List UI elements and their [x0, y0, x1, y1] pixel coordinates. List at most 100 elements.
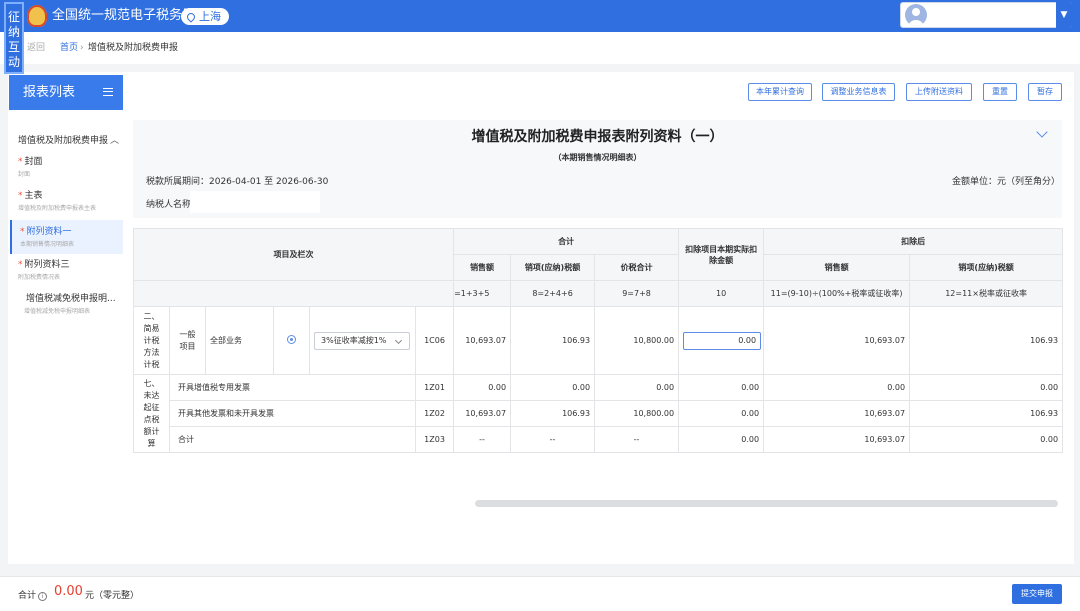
city-selector[interactable]: 上海: [181, 8, 229, 25]
formula-after-tax: 12=11×税率或征收率: [909, 280, 1064, 307]
horizontal-scrollbar[interactable]: [475, 500, 1058, 507]
breadcrumb: 返回 首页 › 增值税及附加税费申报: [0, 32, 1080, 64]
deduct-value: 0.00: [678, 426, 765, 453]
after-tax-value: 0.00: [909, 374, 1064, 401]
item-name: 全部业务: [205, 306, 274, 375]
col-price-tax: 价税合计: [594, 254, 680, 281]
total-unit: 元（零元整）: [85, 591, 140, 601]
tax-rate-select[interactable]: 3%征收率减按1%: [314, 331, 410, 350]
sidebar-item-label: 封面: [24, 157, 43, 167]
col-sales: 销售额: [453, 254, 512, 281]
sidebar-group-label[interactable]: 增值税及附加税费申报: [18, 133, 108, 146]
formula-sales: =1+3+5: [453, 280, 512, 307]
chevron-up-icon[interactable]: ︿: [110, 133, 119, 146]
deduct-value: 0.00: [678, 374, 765, 401]
sidebar-item-subtitle: 增值税及附加税费申报表主表: [18, 205, 97, 212]
breadcrumb-home[interactable]: 首页: [60, 32, 78, 64]
sidebar-item-main-form[interactable]: * 主表 增值税及附加税费申报表主表: [10, 188, 123, 216]
total-text: 合计: [18, 591, 37, 601]
price-tax-value: 10,800.00: [594, 400, 680, 427]
sales-value: 10,693.07: [453, 306, 512, 375]
required-mark: *: [18, 260, 23, 270]
table-row: 开具其他发票和未开具发票 1Z02 10,693.07 106.93 10,80…: [134, 400, 1064, 427]
after-sales-value: 10,693.07: [763, 426, 911, 453]
formula-row: =1+3+5 8=2+4+6 9=7+8 10 11=(9-10)÷(100%+…: [132, 280, 1064, 307]
menu-list-icon[interactable]: [103, 88, 113, 96]
sales-value: --: [453, 426, 512, 453]
breadcrumb-current: 增值税及附加税费申报: [88, 43, 179, 53]
info-icon[interactable]: i: [38, 592, 48, 601]
tax-period: 税款所属期间：2026-04-01 至 2026-06-30: [146, 177, 329, 187]
sidebar-item-label: 附列资料三: [24, 260, 70, 270]
sidebar-item-subtitle: 附加税费情况表: [18, 274, 61, 281]
table-row: 合计 1Z03 -- -- -- 0.00 10,693.07 0.00: [134, 426, 1064, 453]
col-tax: 销项(应纳)税额: [510, 254, 596, 281]
line-code: 1Z03: [414, 426, 455, 453]
required-mark: *: [18, 157, 23, 167]
after-sales-value: 0.00: [763, 374, 911, 401]
sidebar-item-label: 主表: [24, 191, 43, 201]
emblem-icon: [27, 5, 47, 27]
report-list-header: 报表列表: [9, 75, 123, 110]
site-title[interactable]: 全国统一规范电子税务局: [52, 0, 195, 32]
category-simple: 二、简易计税方法计税: [133, 306, 170, 375]
after-sales-value: 10,693.07: [763, 400, 911, 427]
col-after-tax: 销项(应纳)税额: [909, 254, 1064, 281]
deduct-amount-input[interactable]: 0.00: [683, 331, 762, 350]
sidebar-item-vat-exemption[interactable]: 增值税减免税申报明... 增值税减免税申报明细表: [10, 291, 123, 319]
after-sales-value: 10,693.07: [763, 306, 911, 375]
line-code: 1Z01: [414, 374, 455, 401]
header-deduct: 扣除项目本期实际扣除金额: [678, 228, 765, 281]
deduct-cell: 0.00: [678, 306, 765, 375]
row-label: 合计: [169, 426, 416, 453]
total-label: 合计 i: [18, 588, 48, 601]
required-mark: *: [18, 191, 23, 201]
formula-after-sales: 11=(9-10)÷(100%+税率或征收率): [763, 280, 911, 307]
save-draft-button[interactable]: 暂存: [1028, 83, 1062, 101]
formula-price: 9=7+8: [594, 280, 680, 307]
reset-button[interactable]: 重置: [983, 83, 1017, 101]
tax-value: 0.00: [510, 374, 596, 401]
row-label: 开具其他发票和未开具发票: [169, 400, 416, 427]
sub-category: 一般项目: [169, 306, 206, 375]
report-list-title: 报表列表: [23, 85, 76, 100]
submit-button[interactable]: 提交申报: [1012, 584, 1062, 604]
bottom-bar: [0, 576, 1080, 611]
line-code: 1C06: [414, 306, 455, 375]
header-items: 项目及栏次: [132, 228, 455, 281]
sales-value: 0.00: [453, 374, 512, 401]
interaction-side-tab[interactable]: 征纳互动: [4, 2, 24, 74]
formula-deduct: 10: [678, 280, 765, 307]
sidebar-item-subtitle: 增值税减免税申报明细表: [24, 308, 91, 315]
chevron-down-icon[interactable]: ▼: [1056, 2, 1072, 28]
add-circle-icon[interactable]: [287, 335, 296, 344]
upload-attachment-button[interactable]: 上传附送资料: [906, 83, 972, 101]
table-header-row: 项目及栏次 合计 扣除项目本期实际扣除金额 扣除后: [132, 228, 1064, 281]
tax-value: --: [510, 426, 596, 453]
tax-value: 106.93: [510, 400, 596, 427]
price-tax-value: --: [594, 426, 680, 453]
sidebar-item-attachment-3[interactable]: * 附列资料三 附加税费情况表: [10, 257, 123, 285]
breadcrumb-separator: ›: [80, 43, 84, 53]
sales-detail-table: 项目及栏次 合计 扣除项目本期实际扣除金额 扣除后 销售额 销项(应纳)税额 价…: [132, 228, 1064, 453]
after-tax-value: 106.93: [909, 306, 1064, 375]
required-mark: *: [20, 227, 25, 237]
sidebar-item-label: 附列资料一: [26, 227, 72, 237]
price-tax-value: 10,800.00: [594, 306, 680, 375]
avatar-icon[interactable]: [905, 4, 927, 26]
after-tax-value: 106.93: [909, 400, 1064, 427]
table-row: 七、未达起征点税额计算 开具增值税专用发票 1Z01 0.00 0.00 0.0…: [133, 374, 1064, 453]
year-query-button[interactable]: 本年累计查询: [748, 83, 812, 101]
after-tax-value: 0.00: [909, 426, 1064, 453]
sidebar-item-subtitle: 封面: [18, 171, 31, 178]
back-link[interactable]: 返回: [27, 32, 45, 64]
form-subtitle: （本期销售情况明细表）: [553, 153, 642, 162]
sidebar-item-cover[interactable]: * 封面 封面: [10, 154, 123, 182]
formula-blank: [132, 280, 455, 307]
category-exempt: 七、未达起征点税额计算: [133, 374, 170, 453]
adjust-info-button[interactable]: 调整业务信息表: [822, 83, 895, 101]
price-tax-value: 0.00: [594, 374, 680, 401]
sidebar-item-attachment-1[interactable]: * 附列资料一 本期销售情况明细表: [10, 220, 123, 254]
add-row-cell: [273, 306, 310, 375]
amount-unit: 金额单位：元（列至角分）: [952, 177, 1061, 187]
